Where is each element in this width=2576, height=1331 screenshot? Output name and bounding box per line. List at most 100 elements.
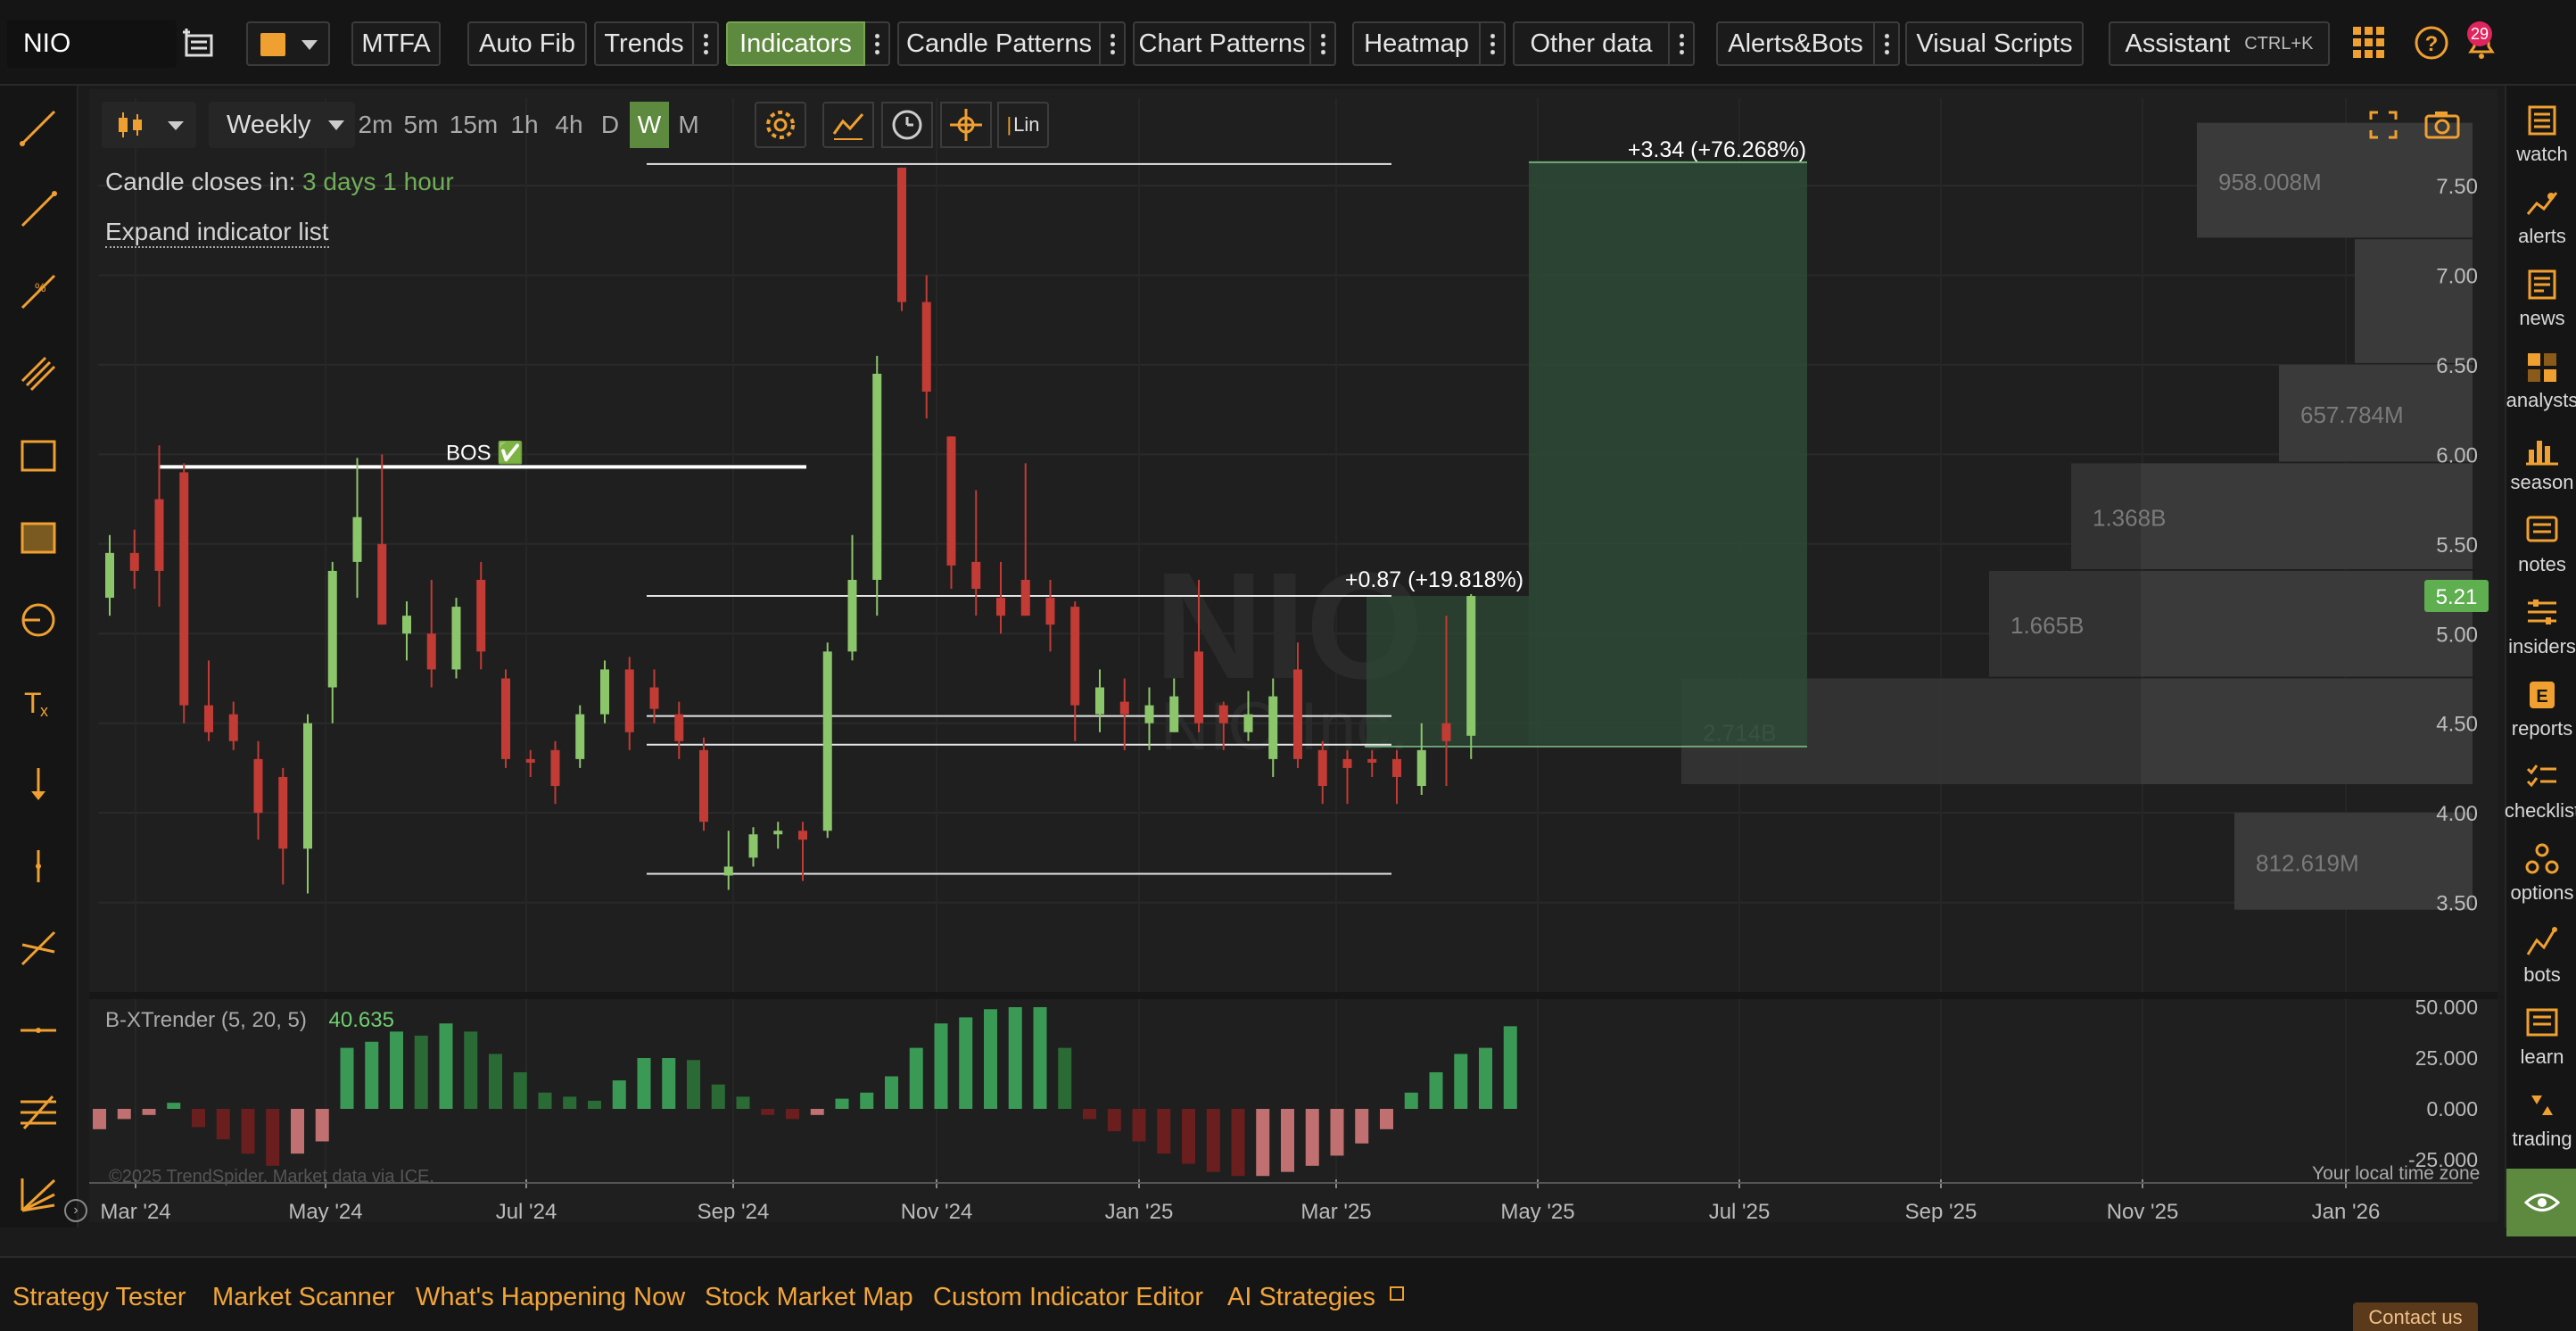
candle-body [105, 552, 114, 599]
insiders-icon [2528, 599, 2556, 624]
right-panel-insiders[interactable]: insiders [2506, 596, 2576, 673]
svg-text:T: T [24, 687, 42, 719]
scale-lin-button[interactable]: | Lin [997, 102, 1049, 148]
compare-icon[interactable] [822, 102, 874, 148]
horizontal-line-icon[interactable] [16, 1008, 61, 1053]
visual-scripts-button[interactable]: Visual Scripts [1905, 21, 2084, 66]
timeframe-W-button[interactable]: W [630, 102, 669, 148]
alerts-bots-menu-icon[interactable] [1875, 21, 1900, 66]
candle-body [501, 678, 510, 759]
circle-tool-icon[interactable] [16, 598, 61, 642]
timeframe-D-button[interactable]: D [592, 102, 628, 148]
channel-icon[interactable] [16, 351, 61, 396]
other-data-button[interactable]: Other data [1513, 21, 1670, 66]
trends-button[interactable]: Trends [594, 21, 694, 66]
ray-line-icon[interactable] [16, 187, 61, 232]
right-panel-bots[interactable]: bots [2506, 924, 2576, 1001]
right-panel-reports[interactable]: Ereports [2506, 678, 2576, 755]
alerts-icon [2526, 192, 2558, 215]
custom-indicator-editor-link[interactable]: Custom Indicator Editor [933, 1283, 1203, 1312]
expand-indicator-list-link[interactable]: Expand indicator list [105, 218, 329, 248]
ai-strategies-link[interactable]: AI Strategies [1227, 1283, 1405, 1312]
watchlist-add-icon[interactable] [178, 23, 219, 64]
chart-type-dropdown[interactable] [102, 102, 196, 148]
right-panel-trading[interactable]: trading [2506, 1088, 2576, 1165]
indicator-bar [1355, 1109, 1369, 1144]
right-panel-news[interactable]: news [2506, 268, 2576, 344]
volume-profile-value-area [2141, 570, 2473, 677]
time-axis-expand-icon[interactable]: › [64, 1199, 87, 1222]
stock-market-map-link[interactable]: Stock Market Map [705, 1283, 913, 1312]
right-panel-season[interactable]: season [2506, 432, 2576, 508]
right-panel-learn[interactable]: learn [2506, 1006, 2576, 1083]
trend-line-icon[interactable] [16, 105, 61, 150]
chart-patterns-button[interactable]: Chart Patterns [1133, 21, 1311, 66]
visibility-toggle[interactable] [2506, 1169, 2576, 1236]
other-data-menu-icon[interactable] [1670, 21, 1695, 66]
interval-dropdown[interactable]: Weekly [209, 102, 355, 148]
pitchfork-icon[interactable] [16, 1090, 61, 1135]
help-icon[interactable]: ? [2414, 25, 2449, 61]
indicators-menu-icon[interactable] [865, 21, 890, 66]
timeframe-2m-button[interactable]: 2m [355, 102, 396, 148]
camera-icon[interactable] [2423, 107, 2462, 143]
trends-menu-icon[interactable] [694, 21, 719, 66]
timeframe-5m-button[interactable]: 5m [398, 102, 444, 148]
right-panel-notes[interactable]: notes [2506, 514, 2576, 591]
candle-body [723, 866, 733, 876]
svg-text:%: % [35, 280, 45, 294]
fib-fan-icon[interactable] [16, 1172, 61, 1217]
candle-body [996, 598, 1005, 616]
heatmap-menu-icon[interactable] [1481, 21, 1506, 66]
contact-us-button[interactable]: Contact us [2353, 1302, 2478, 1331]
rectangle-icon[interactable] [16, 434, 61, 478]
shaded-rectangle-icon[interactable] [16, 516, 61, 560]
right-panel-alerts[interactable]: alerts [2506, 186, 2576, 262]
auto-fib-button[interactable]: Auto Fib [467, 21, 587, 66]
color-picker[interactable] [246, 21, 330, 66]
bos-label: BOS ✅ [446, 440, 524, 465]
indicator-bar [1206, 1109, 1220, 1172]
symbol-input[interactable]: NIO [7, 20, 177, 68]
market-scanner-link[interactable]: Market Scanner [212, 1283, 395, 1312]
whats-happening-now-link[interactable]: What's Happening Now [416, 1283, 685, 1312]
replay-clock-icon[interactable] [881, 102, 933, 148]
drawing-toolbar: % Tx [0, 86, 78, 1228]
indicator-value: 40.635 [328, 1008, 394, 1032]
crosshair-icon[interactable] [940, 102, 992, 148]
price-chart-svg[interactable]: 958.008M657.784M1.368B1.665B2.714B812.61… [89, 89, 2498, 1222]
crosshair-line-icon[interactable] [16, 926, 61, 971]
timeframe-4h-button[interactable]: 4h [548, 102, 590, 148]
fullscreen-icon[interactable] [2365, 107, 2401, 143]
indicator-bar [1305, 1109, 1319, 1166]
heatmap-button[interactable]: Heatmap [1352, 21, 1481, 66]
candle-patterns-menu-icon[interactable] [1101, 21, 1126, 66]
candle-patterns-button[interactable]: Candle Patterns [897, 21, 1101, 66]
local-time-zone-label[interactable]: Your local time zone [2312, 1163, 2480, 1185]
indicator-bar [464, 1031, 478, 1109]
time-tick-label: May '25 [1500, 1200, 1574, 1222]
indicator-tick-label: 50.000 [2415, 996, 2478, 1019]
indicators-button[interactable]: Indicators [726, 21, 865, 66]
mtfa-button[interactable]: MTFA [351, 21, 441, 66]
alerts-bots-button[interactable]: Alerts&Bots [1716, 21, 1875, 66]
text-tool-icon[interactable]: Tx [16, 680, 61, 724]
strategy-tester-link[interactable]: Strategy Tester [12, 1283, 186, 1312]
right-panel-checklist[interactable]: checklist [2505, 760, 2576, 837]
vertical-line-icon[interactable] [16, 844, 61, 889]
timeframe-1h-button[interactable]: 1h [503, 102, 546, 148]
chart-patterns-menu-icon[interactable] [1311, 21, 1336, 66]
arrow-down-icon[interactable] [16, 762, 61, 806]
apps-grid-icon[interactable] [2351, 25, 2387, 61]
timeframe-15m-button[interactable]: 15m [446, 102, 501, 148]
right-panel-options[interactable]: options [2506, 842, 2576, 919]
right-panel-analysts[interactable]: analysts [2506, 350, 2576, 426]
assistant-button[interactable]: Assistant CTRL+K [2109, 21, 2330, 66]
chart-area[interactable]: 958.008M657.784M1.368B1.665B2.714B812.61… [64, 89, 2498, 1222]
timeframe-M-button[interactable]: M [671, 102, 706, 148]
chart-settings-icon[interactable] [755, 102, 806, 148]
candle-body [1020, 579, 1030, 616]
fib-retracement-icon[interactable]: % [16, 269, 61, 314]
right-panel-watch[interactable]: watch [2506, 103, 2576, 180]
price-tick-label: 3.50 [2436, 892, 2478, 916]
